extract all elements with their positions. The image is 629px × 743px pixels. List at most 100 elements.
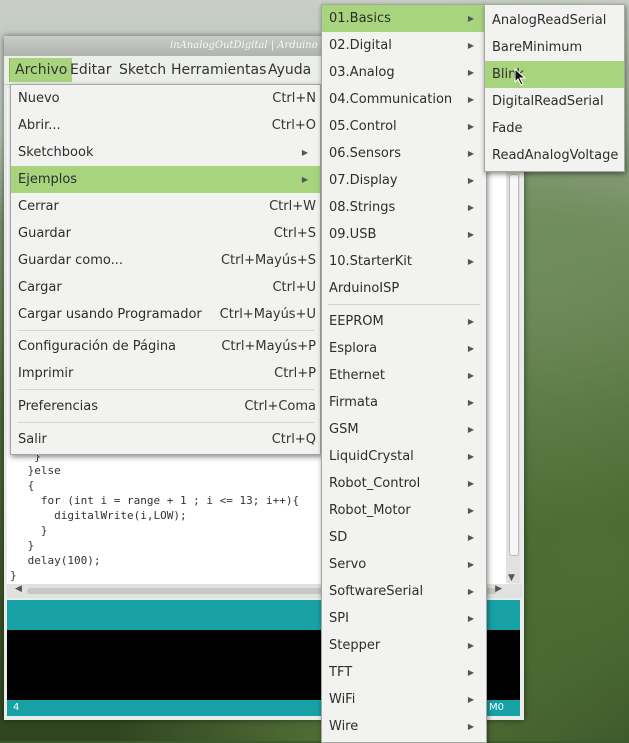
menu-item-label: Firmata [329, 395, 378, 410]
ejemplos-item[interactable]: EEPROM ▶ [322, 308, 486, 335]
ejemplos-item[interactable]: 03.Analog ▶ [322, 59, 486, 86]
scroll-down-icon[interactable]: ▼ [508, 573, 515, 583]
submenu-arrow-icon: ▶ [467, 95, 474, 104]
submenu-arrow-icon: ▶ [467, 641, 474, 650]
menu-herramientas[interactable]: Herramientas [166, 58, 271, 82]
menu-item-cargar-programador[interactable]: Cargar usando Programador Ctrl+Mayús+U [11, 301, 320, 328]
vertical-scrollbar[interactable]: ▼ [506, 168, 520, 583]
menu-item-label: 07.Display [329, 173, 398, 188]
ejemplos-item[interactable]: LiquidCrystal ▶ [322, 443, 486, 470]
line-number: 4 [13, 702, 20, 713]
submenu-arrow-icon: ▶ [467, 371, 474, 380]
menu-item-label: Guardar [18, 226, 71, 241]
menu-item-label: AnalogReadSerial [492, 13, 607, 28]
menu-item-ejemplos[interactable]: Ejemplos ▶ [11, 166, 320, 193]
submenu-arrow-icon: ▶ [467, 317, 474, 326]
menu-item-shortcut: Ctrl+Mayús+P [221, 339, 316, 354]
code-line: }else [21, 464, 61, 477]
ejemplos-item[interactable]: 07.Display ▶ [322, 167, 486, 194]
menu-item-abrir[interactable]: Abrir... Ctrl+O [11, 112, 320, 139]
menu-item-imprimir[interactable]: Imprimir Ctrl+P [11, 360, 320, 387]
menu-item-label: 04.Communication [329, 92, 453, 107]
basics-item-digitalreadserial[interactable]: DigitalReadSerial [485, 88, 624, 115]
menu-item-label: 02.Digital [329, 38, 392, 53]
menu-item-shortcut: Ctrl+Mayús+U [219, 307, 316, 322]
submenu-arrow-icon: ▶ [301, 148, 308, 157]
ejemplos-item[interactable]: Robot_Motor ▶ [322, 497, 486, 524]
ejemplos-item[interactable]: Esplora ▶ [322, 335, 486, 362]
menu-item-label: ReadAnalogVoltage [492, 148, 619, 163]
menu-item-label: Stepper [329, 638, 381, 653]
ejemplos-item[interactable]: 10.StarterKit ▶ [322, 248, 486, 275]
menu-item-label: 05.Control [329, 119, 397, 134]
ejemplos-item[interactable]: GSM ▶ [322, 416, 486, 443]
menu-item-label: Wire [329, 719, 359, 734]
menu-item-label: SoftwareSerial [329, 584, 424, 599]
ejemplos-item[interactable]: 08.Strings ▶ [322, 194, 486, 221]
menu-item-label: 03.Analog [329, 65, 395, 80]
menu-item-label: Guardar como... [18, 253, 123, 268]
ejemplos-item[interactable]: Firmata ▶ [322, 389, 486, 416]
menu-sketch[interactable]: Sketch [114, 58, 171, 82]
menu-item-label: Imprimir [18, 366, 74, 381]
menu-item-label: Preferencias [18, 399, 99, 414]
menu-item-salir[interactable]: Salir Ctrl+Q [11, 426, 320, 453]
basics-item-readanalogvoltage[interactable]: ReadAnalogVoltage [485, 142, 624, 169]
menu-separator [17, 422, 314, 423]
submenu-arrow-icon: ▶ [467, 14, 474, 23]
menu-archivo[interactable]: Archivo [9, 58, 73, 82]
ejemplos-item[interactable]: 09.USB ▶ [322, 221, 486, 248]
ejemplos-item[interactable]: 04.Communication ▶ [322, 86, 486, 113]
menu-item-shortcut: Ctrl+N [272, 91, 316, 106]
menu-item-cargar[interactable]: Cargar Ctrl+U [11, 274, 320, 301]
menu-item-label: GSM [329, 422, 359, 437]
menu-item-label: Ethernet [329, 368, 385, 383]
submenu-arrow-icon: ▶ [467, 230, 474, 239]
code-line: for (int i = range + 1 ; i <= 13; i++){ [21, 494, 300, 507]
ejemplos-item[interactable]: Servo ▶ [322, 551, 486, 578]
ejemplos-item[interactable]: Robot_Control ▶ [322, 470, 486, 497]
ejemplos-item[interactable]: SoftwareSerial ▶ [322, 578, 486, 605]
scroll-right-icon[interactable]: ▶ [495, 584, 502, 594]
menu-item-cerrar[interactable]: Cerrar Ctrl+W [11, 193, 320, 220]
ejemplos-item[interactable]: TFT ▶ [322, 659, 486, 686]
menu-item-label: BareMinimum [492, 40, 583, 55]
ejemplos-item[interactable]: 02.Digital ▶ [322, 32, 486, 59]
ejemplos-item[interactable]: SPI ▶ [322, 605, 486, 632]
basics-item-fade[interactable]: Fade [485, 115, 624, 142]
menu-item-label: Cerrar [18, 199, 59, 214]
menu-item-label: Fade [492, 121, 523, 136]
basics-item-blink[interactable]: Blink [485, 61, 624, 88]
submenu-arrow-icon: ▶ [467, 587, 474, 596]
menu-item-shortcut: Ctrl+Mayús+S [220, 253, 316, 268]
ejemplos-item[interactable]: 06.Sensors ▶ [322, 140, 486, 167]
ejemplos-item[interactable]: ArduinoISP [322, 275, 486, 302]
menu-editar[interactable]: Editar [65, 58, 116, 82]
ejemplos-item[interactable]: WiFi ▶ [322, 686, 486, 713]
menu-item-guardar-como[interactable]: Guardar como... Ctrl+Mayús+S [11, 247, 320, 274]
menu-item-label: SD [329, 530, 348, 545]
menu-ayuda[interactable]: Ayuda [263, 58, 316, 82]
ejemplos-item[interactable]: Ethernet ▶ [322, 362, 486, 389]
ejemplos-item[interactable]: SD ▶ [322, 524, 486, 551]
menu-item-configuracion-pagina[interactable]: Configuración de Página Ctrl+Mayús+P [11, 333, 320, 360]
basics-item-bareminimum[interactable]: BareMinimum [485, 34, 624, 61]
menu-separator [328, 304, 480, 305]
menu-item-label: 09.USB [329, 227, 377, 242]
ejemplos-item[interactable]: Wire ▶ [322, 713, 486, 740]
menu-item-label: Ejemplos [18, 172, 78, 187]
menu-item-sketchbook[interactable]: Sketchbook ▶ [11, 139, 320, 166]
menu-item-guardar[interactable]: Guardar Ctrl+S [11, 220, 320, 247]
submenu-arrow-icon: ▶ [467, 533, 474, 542]
ejemplos-item[interactable]: 01.Basics ▶ [322, 5, 486, 32]
submenu-arrow-icon: ▶ [467, 344, 474, 353]
ejemplos-item[interactable]: Stepper ▶ [322, 632, 486, 659]
ejemplos-item[interactable]: 05.Control ▶ [322, 113, 486, 140]
submenu-arrow-icon: ▶ [467, 122, 474, 131]
submenu-arrow-icon: ▶ [467, 560, 474, 569]
menu-item-nuevo[interactable]: Nuevo Ctrl+N [11, 85, 320, 112]
basics-item-analogreadserial[interactable]: AnalogReadSerial [485, 7, 624, 34]
menu-item-preferencias[interactable]: Preferencias Ctrl+Coma [11, 393, 320, 420]
scroll-left-icon[interactable]: ◀ [15, 584, 22, 594]
scrollbar-thumb[interactable] [509, 174, 519, 556]
